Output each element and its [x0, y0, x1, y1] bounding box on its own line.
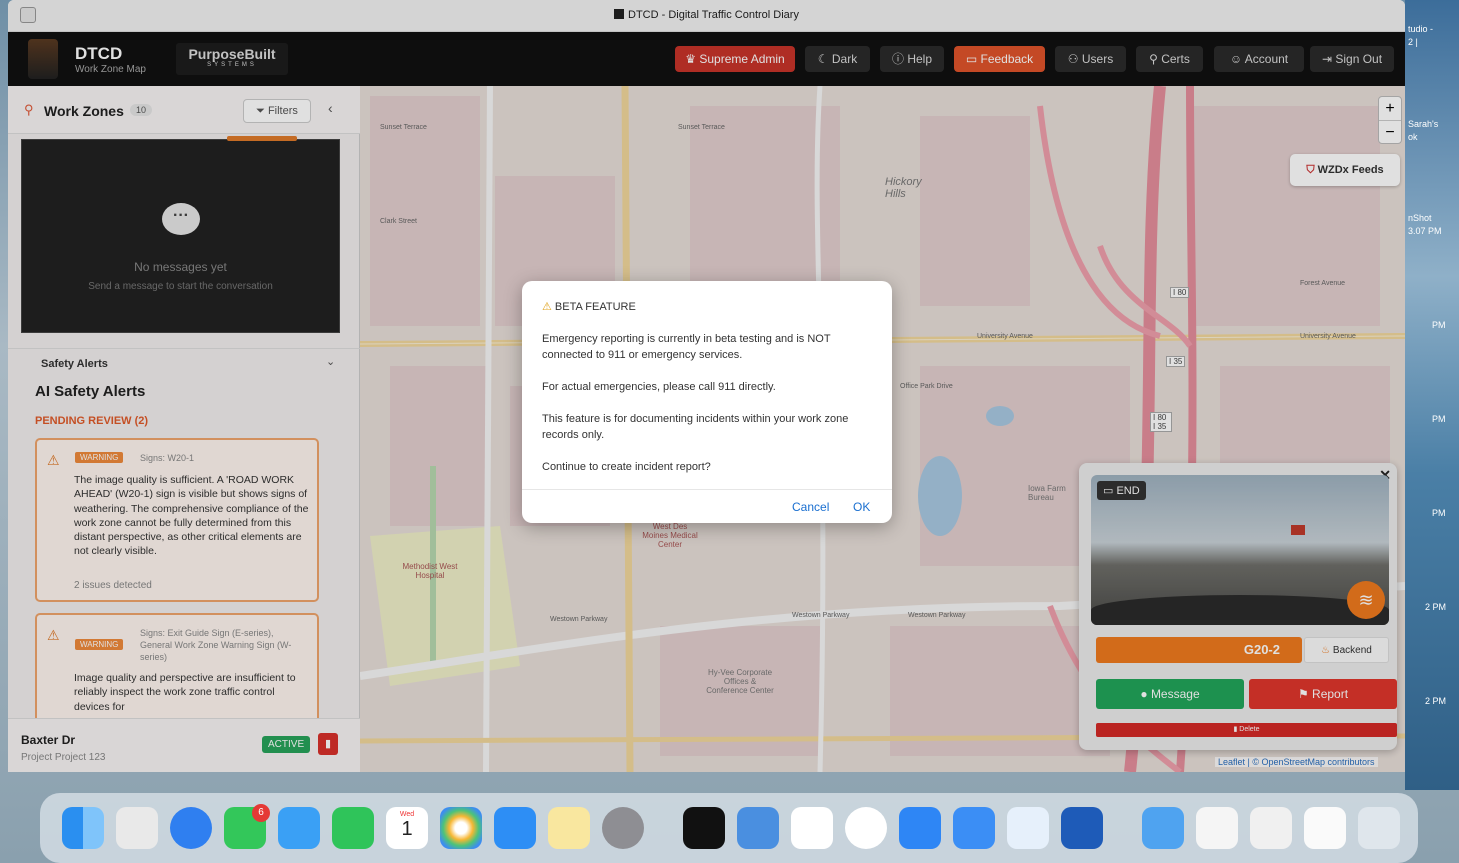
dialog-title-text: BETA FEATURE [554, 301, 636, 313]
calendar-icon[interactable]: Wed 1 [386, 807, 428, 849]
desktop-label: nShot [1408, 213, 1432, 223]
desktop-label: 3.07 PM [1408, 226, 1442, 236]
dialog-paragraph: This feature is for documenting incident… [542, 413, 849, 441]
word-icon[interactable] [1061, 807, 1103, 849]
messages-badge: 6 [252, 804, 270, 822]
dialog-paragraph: For actual emergencies, please call 911 … [542, 381, 776, 393]
desktop-label: ok [1408, 132, 1418, 142]
dialog-divider [522, 489, 892, 490]
image-file-icon[interactable] [1250, 807, 1292, 849]
desktop-label: 2 PM [1425, 602, 1447, 612]
desktop-label: 2 PM [1425, 696, 1447, 706]
desktop-label: PM [1432, 320, 1446, 330]
launchpad-icon[interactable] [116, 807, 158, 849]
dialog-title: ⚠ BETA FEATURE [542, 300, 636, 313]
chatgpt-icon[interactable] [845, 807, 887, 849]
desktop-label: 2 | [1408, 37, 1418, 47]
ok-button[interactable]: OK [853, 500, 870, 514]
mail-icon[interactable] [278, 807, 320, 849]
desktop-label: Sarah's [1408, 119, 1439, 129]
document-icon[interactable] [1196, 807, 1238, 849]
desktop-label: PM [1432, 414, 1446, 424]
textedit-icon[interactable] [791, 807, 833, 849]
dialog-paragraph: Continue to create incident report? [542, 461, 711, 473]
terminal-icon[interactable] [683, 807, 725, 849]
calendar-day: 1 [401, 818, 413, 840]
folder-icon[interactable] [1142, 807, 1184, 849]
app-window: DTCD - Digital Traffic Control Diary DTC… [8, 0, 1405, 772]
xcode-icon[interactable] [899, 807, 941, 849]
desktop-label: tudio - [1408, 24, 1434, 34]
dialog-paragraph: Emergency reporting is currently in beta… [542, 333, 831, 361]
instruments-icon[interactable] [1007, 807, 1049, 849]
safari-icon[interactable] [170, 807, 212, 849]
beta-feature-dialog: ⚠ BETA FEATURE Emergency reporting is cu… [522, 281, 892, 523]
desktop-label: PM [1432, 508, 1446, 518]
notes-icon[interactable] [548, 807, 590, 849]
finder-icon[interactable] [62, 807, 104, 849]
calendar-month: Wed [399, 811, 415, 818]
cancel-button[interactable]: Cancel [792, 500, 829, 514]
warning-icon: ⚠ [542, 301, 555, 313]
simulator-icon[interactable] [953, 807, 995, 849]
photos-icon[interactable] [440, 807, 482, 849]
trash-bin-icon[interactable] [1358, 807, 1400, 849]
facetime-icon[interactable] [332, 807, 374, 849]
screenshot-file-icon[interactable] [1304, 807, 1346, 849]
settings-icon[interactable] [602, 807, 644, 849]
disk-utility-icon[interactable] [737, 807, 779, 849]
app-store-icon[interactable] [494, 807, 536, 849]
